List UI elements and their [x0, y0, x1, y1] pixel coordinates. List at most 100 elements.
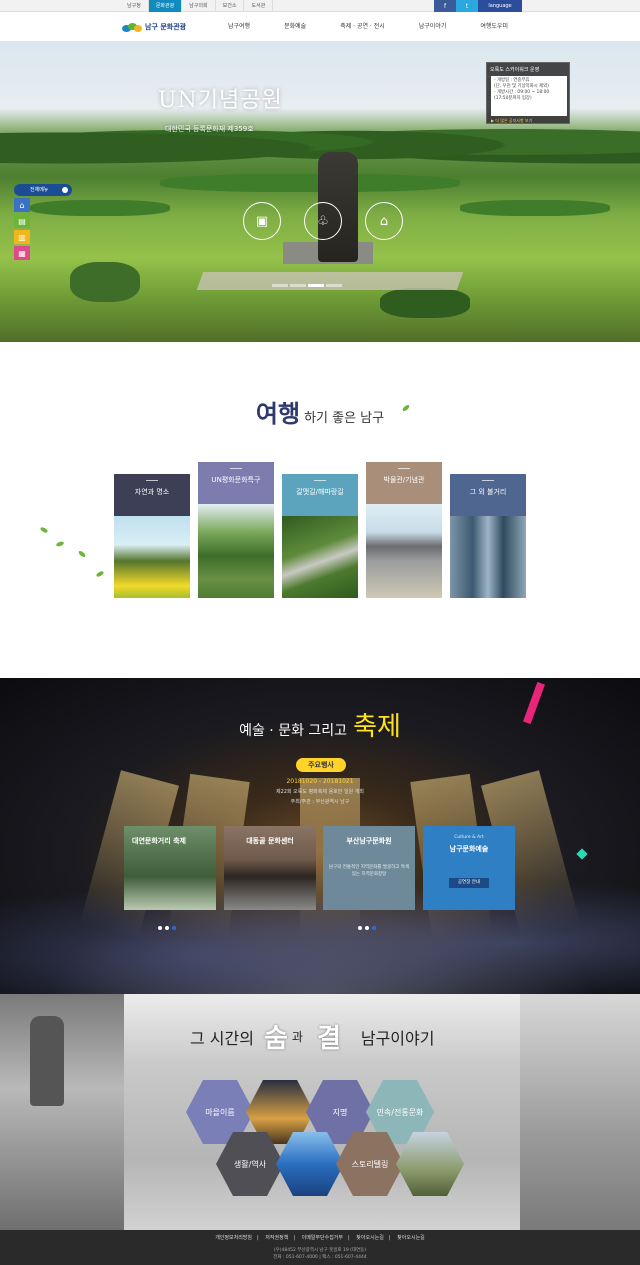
venue-guide-button[interactable]: 공연장 안내 — [449, 878, 489, 888]
travel-card-nature[interactable]: 자연과 명소 — [114, 474, 190, 598]
site-link-namgu[interactable]: 남구청 — [120, 0, 149, 12]
story-photo-right — [520, 994, 640, 1230]
notice-line: (17:50분까지 입장) — [494, 96, 532, 101]
story-title-mid: 과 — [291, 1030, 303, 1044]
doc-icon[interactable]: ▤ — [14, 214, 30, 228]
art-card-kicker: Culture & Art — [454, 835, 484, 840]
story-title-pre: 그 시간의 — [190, 1028, 254, 1048]
footer-link-copyright[interactable]: 저작권정책 — [260, 1235, 293, 1241]
facebook-icon[interactable]: f — [434, 0, 456, 12]
language-select[interactable]: language — [478, 0, 522, 12]
hero-pagination — [272, 284, 342, 287]
art-card-title: 부산남구문화원 — [346, 837, 392, 845]
slide-dot[interactable] — [308, 284, 324, 287]
story-title-char1: 숨 — [263, 1024, 288, 1054]
site-link-library[interactable]: 도서관 — [244, 0, 274, 12]
footer-links: 개인정보처리방침 | 저작권정책 | 이메일무단수집거부 | 찾아오시는길 | 찾아오시… — [0, 1234, 640, 1241]
book-icon[interactable]: ▦ — [14, 246, 30, 260]
site-logo[interactable]: 남구 문화관광 — [122, 19, 186, 35]
quick-menu: 전체메뉴 ⌂ ▤ ▥ ▦ — [14, 184, 72, 260]
logo-mark-icon — [122, 21, 142, 33]
travel-card-label: 자연과 명소 — [134, 488, 170, 496]
hedge — [70, 262, 140, 302]
main-header: 남구 문화관광 남구여행 문화예술 축제 · 공연 · 전시 남구이야기 여행도… — [0, 12, 640, 42]
art-card-arts[interactable]: Culture & Art 남구문화예술 공연장 안내 — [423, 826, 515, 910]
event-host: 주최/주관 : 부산광역시 남구 — [290, 799, 350, 805]
logo-text: 남구 문화관광 — [145, 23, 187, 31]
travel-card-label: 그 외 볼거리 — [469, 488, 507, 496]
story-title-char2: 결 — [316, 1024, 341, 1054]
page-dot[interactable] — [365, 926, 369, 930]
hero-path — [196, 272, 464, 290]
page-dot[interactable] — [165, 926, 169, 930]
travel-card-museum[interactable]: 박물관/기념관 — [366, 462, 442, 598]
leaf-icon — [77, 549, 87, 559]
hero-subtitle: 대한민국 등록문화재 제359호 — [165, 125, 254, 133]
page-dot[interactable] — [158, 926, 162, 930]
footer-link-privacy[interactable]: 개인정보처리방침 — [210, 1235, 257, 1241]
story-heading: 그 시간의 숨 과 결 남구이야기 — [190, 1018, 434, 1055]
art-card-institute[interactable]: 부산남구문화원 남구의 전통적인 지역문화를 발굴하고 특색있는 지역문화창달 — [323, 826, 415, 910]
main-event-badge[interactable]: 주요행사 — [296, 758, 346, 772]
notice-body: - 개방일 : 연중무휴 (단, 우천 및 기상악화시 제외) - 개방시간 :… — [491, 76, 567, 116]
twitter-icon[interactable]: t — [456, 0, 478, 12]
toggle-icon — [62, 187, 68, 193]
page-dot[interactable] — [172, 926, 176, 930]
page-dot[interactable] — [372, 926, 376, 930]
all-menu-button[interactable]: 전체메뉴 — [14, 184, 72, 196]
travel-card-caption: UN평화문화특구 — [198, 462, 274, 504]
suitcase-icon[interactable]: ▣ — [243, 202, 281, 240]
travel-card-trail[interactable]: 갈맷길/해파랑길 — [282, 474, 358, 598]
art-event-info: 20181020 - 20181021 제22회 오륙도 평화축제 용호만 일원… — [0, 778, 640, 805]
slide-dot[interactable] — [326, 284, 342, 287]
travel-card-un[interactable]: UN평화문화특구 — [198, 462, 274, 598]
art-pagination-left — [158, 926, 176, 930]
building-icon[interactable]: ⌂ — [365, 202, 403, 240]
menu-festival[interactable]: 축제 · 공연 · 전시 — [340, 12, 385, 42]
hero-title: UN기념공원 — [158, 88, 283, 113]
hero-banner: UN기념공원 대한민국 등록문화재 제359호 ▣ ♧ ⌂ 오륙도 스카이워크 … — [0, 42, 640, 342]
footer-link-email[interactable]: 이메일무단수집거부 — [297, 1235, 348, 1241]
main-menu: 남구여행 문화예술 축제 · 공연 · 전시 남구이야기 여행도우미 — [228, 12, 508, 42]
travel-card-label: 박물관/기념관 — [383, 476, 425, 484]
slide-dot[interactable] — [272, 284, 288, 287]
utility-bar: 남구청 문화관광 남구의회 보건소 도서관 f t language — [0, 0, 640, 12]
tulip-field-icon[interactable]: ♧ — [304, 202, 342, 240]
art-card-title: 대동골 문화센터 — [246, 837, 294, 845]
footer-address: (우)48452 부산광역시 남구 못골로 19 (대연동) — [273, 1248, 367, 1253]
menu-guide[interactable]: 여행도우미 — [480, 12, 508, 42]
leaf-icon — [95, 570, 105, 578]
footer-link-directions[interactable]: 찾아오시는길 — [351, 1235, 389, 1241]
art-title-fest: 축제 — [353, 712, 401, 742]
calendar-icon[interactable]: ▥ — [14, 230, 30, 244]
art-card-desc: 남구의 전통적인 지역문화를 발굴하고 특색있는 지역문화창달 — [328, 865, 410, 877]
travel-heading: 여행 하기 좋은 남구 — [0, 394, 640, 429]
travel-title-big: 여행 — [255, 399, 301, 428]
home-icon[interactable]: ⌂ — [14, 198, 30, 212]
event-date: 20181020 - 20181021 — [286, 778, 354, 785]
travel-title-rest: 하기 좋은 남구 — [304, 411, 385, 426]
footer-link-directions-2[interactable]: 찾아오시는길 — [392, 1235, 430, 1241]
site-link-health[interactable]: 보건소 — [216, 0, 245, 12]
menu-travel[interactable]: 남구여행 — [228, 12, 250, 42]
page-dot[interactable] — [358, 926, 362, 930]
leaf-icon — [55, 540, 65, 548]
art-card-festival[interactable]: 대연문화거리 축제 — [124, 826, 216, 910]
travel-card-caption: 갈맷길/해파랑길 — [282, 474, 358, 516]
art-card-title: 대연문화거리 축제 — [132, 837, 186, 845]
menu-culture[interactable]: 문화예술 — [284, 12, 306, 42]
menu-story[interactable]: 남구이야기 — [419, 12, 447, 42]
art-card-center[interactable]: 대동골 문화센터 — [224, 826, 316, 910]
hedge — [460, 200, 610, 216]
notice-popup[interactable]: 오륙도 스카이워크 운영 - 개방일 : 연중무휴 (단, 우천 및 기상악화시… — [486, 62, 570, 124]
slide-dot[interactable] — [290, 284, 306, 287]
notice-more-link[interactable]: ▶ 더 많은 공지사항 보기 — [491, 118, 532, 124]
travel-card-image — [450, 516, 526, 598]
travel-card-more[interactable]: 그 외 볼거리 — [450, 474, 526, 598]
site-link-council[interactable]: 남구의회 — [182, 0, 216, 12]
story-title-post: 남구이야기 — [360, 1028, 435, 1048]
all-menu-label: 전체메뉴 — [30, 187, 49, 193]
art-pagination-right — [358, 926, 376, 930]
site-link-culture[interactable]: 문화관광 — [148, 0, 183, 12]
travel-card-caption: 자연과 명소 — [114, 474, 190, 516]
